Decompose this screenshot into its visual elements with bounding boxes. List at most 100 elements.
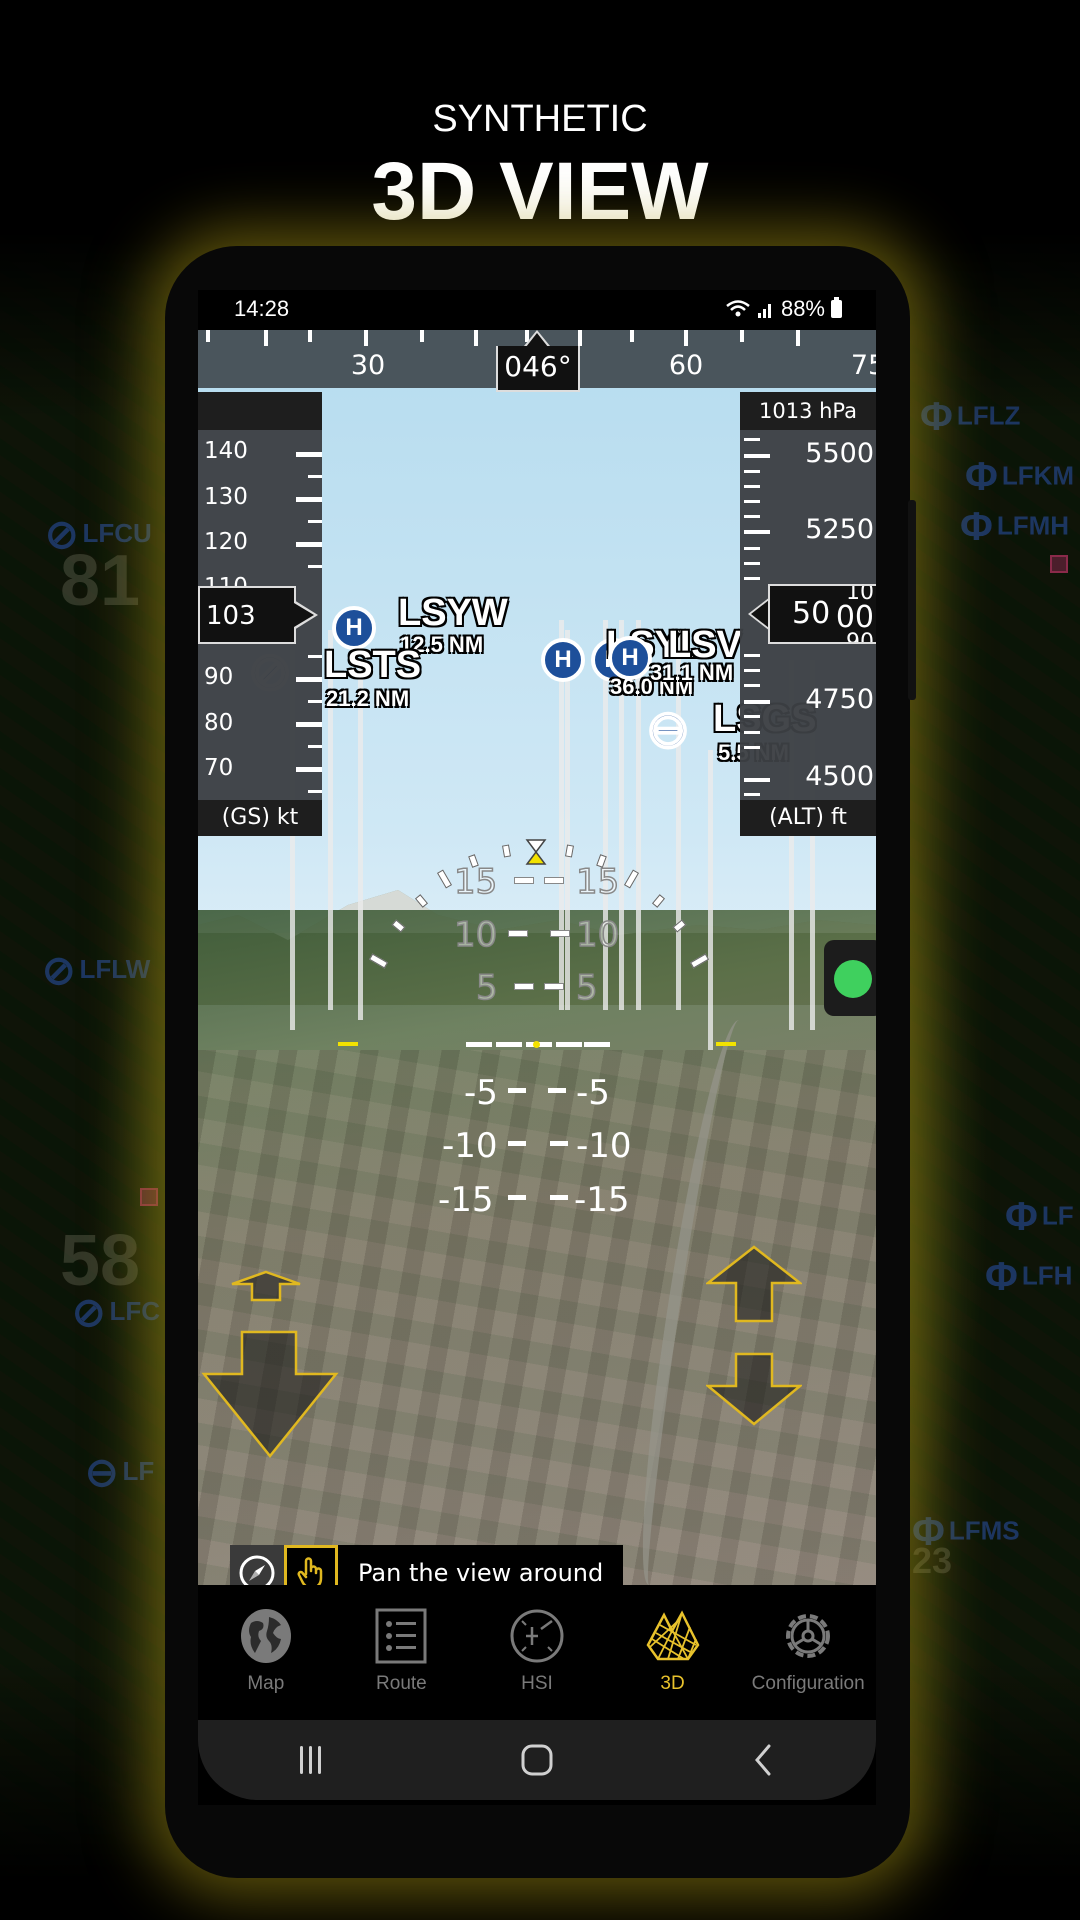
tab-hsi[interactable]: HSI — [469, 1585, 605, 1715]
recent-apps-icon — [300, 1746, 321, 1774]
bottom-tab-bar: Map Route HSI 3D Configuration — [198, 1585, 876, 1715]
back-icon — [755, 1744, 771, 1776]
horizon-dash — [466, 1042, 492, 1047]
pitch-dash — [508, 1195, 526, 1200]
pitch-label: -15 — [574, 1180, 630, 1220]
heading-tick — [474, 330, 478, 346]
synthetic-3d-view[interactable]: 30 60 75 046° 15 — [198, 330, 876, 1585]
tab-map[interactable]: Map — [198, 1585, 334, 1715]
altitude-tick — [744, 530, 770, 534]
altitude-tick — [744, 438, 760, 441]
map-airport-label: ⊘ LFLW — [42, 949, 151, 993]
recent-apps-button[interactable] — [271, 1730, 351, 1790]
altitude-tick — [744, 577, 760, 580]
heliport-icon: H — [608, 636, 652, 680]
connection-status-button[interactable] — [824, 940, 876, 1016]
gear-icon — [786, 1614, 831, 1658]
heading-tick — [420, 330, 424, 342]
pitch-dash — [550, 1141, 568, 1146]
pitch-label: -5 — [576, 1073, 610, 1113]
tab-route[interactable]: Route — [334, 1585, 470, 1715]
altitude-tick — [744, 500, 760, 503]
airport-distance: 31.1 NM — [650, 660, 734, 685]
map-airport-label: Φ LFMH — [960, 505, 1070, 549]
tilt-up-small-arrow-icon[interactable] — [230, 1270, 302, 1302]
status-time: 14:28 — [234, 296, 290, 321]
tab-configuration[interactable]: Configuration — [740, 1585, 876, 1715]
hand-pointer-icon — [297, 1557, 323, 1585]
altitude-tick — [744, 547, 760, 550]
altitude-tape: 1013 hPa 5500 5250 4750 4500 50 10 00 90… — [740, 392, 876, 836]
altitude-tick — [744, 778, 770, 782]
pitch-dash — [550, 930, 570, 937]
speed-label: 120 — [204, 529, 248, 555]
horizon-dash — [556, 1042, 582, 1047]
heading-tick — [684, 330, 688, 346]
heading-label: 60 — [668, 350, 704, 381]
heading-tick — [364, 330, 368, 346]
battery-percent: 88% — [780, 296, 825, 321]
home-button[interactable] — [497, 1730, 577, 1790]
speed-tape-header — [198, 392, 322, 430]
pitch-label: 5 — [575, 967, 598, 1009]
compass-button[interactable] — [230, 1545, 284, 1585]
aerodrome-icon: ⊖ — [645, 701, 691, 759]
speed-label: 140 — [204, 438, 248, 464]
airport-id: LSTS — [324, 644, 422, 686]
speed-tick — [308, 475, 322, 478]
speed-tape: 140 130 120 110 90 80 70 103 (GS) kt — [198, 392, 322, 836]
battery-icon — [831, 297, 842, 318]
speed-tick — [296, 497, 322, 502]
altitude-tick — [744, 715, 760, 718]
heading-tick — [740, 330, 744, 342]
pitch-label: 15 — [575, 861, 620, 903]
speed-tick — [296, 452, 322, 457]
pitch-label: 15 — [453, 861, 498, 903]
headline-subtitle: SYNTHETIC — [432, 98, 648, 140]
pressure-setting[interactable]: 1013 hPa — [740, 392, 876, 430]
globe-icon — [240, 1609, 291, 1663]
altitude-readout: 50 10 00 90 — [768, 584, 876, 644]
altitude-tick — [744, 793, 760, 796]
horizon-dash — [584, 1042, 610, 1047]
horizon-reference-left — [338, 1042, 358, 1046]
altitude-roll-digit: 90 — [846, 630, 874, 644]
speed-tick — [308, 565, 322, 568]
altitude-up-arrow-icon[interactable] — [706, 1245, 802, 1325]
speed-tick — [296, 767, 322, 772]
hsi-icon — [510, 1609, 564, 1663]
map-heliport-marker — [1050, 555, 1068, 573]
heading-readout: 046° — [496, 346, 580, 392]
altitude-down-arrow-icon[interactable] — [706, 1352, 802, 1428]
roll-tick — [502, 844, 511, 858]
altitude-tick — [744, 454, 770, 458]
compass-icon — [239, 1555, 275, 1585]
flight-path-marker — [533, 1041, 540, 1048]
speed-tick — [308, 790, 322, 793]
speed-tick — [308, 745, 322, 748]
altitude-label: 5250 — [805, 514, 874, 545]
map-airport-label: Φ LF — [1005, 1195, 1074, 1239]
pan-mode-button[interactable] — [284, 1545, 338, 1585]
heading-label: 30 — [350, 350, 386, 381]
phone-side-button — [908, 500, 916, 700]
pitch-label: -10 — [576, 1126, 632, 1166]
tab-3d[interactable]: 3D — [605, 1585, 741, 1715]
map-airport-label: ⊖ LF — [85, 1451, 155, 1495]
pitch-dash — [508, 930, 528, 937]
back-button[interactable] — [723, 1730, 803, 1790]
altitude-label: 4500 — [805, 761, 874, 792]
hint-text: Pan the view around — [338, 1545, 624, 1585]
altitude-tick — [744, 485, 760, 488]
speed-tick — [308, 655, 322, 658]
map-airport-label: Φ LFH — [985, 1255, 1073, 1299]
pitch-label: 10 — [575, 914, 620, 956]
altitude-tick — [744, 562, 760, 565]
pitch-dash — [514, 983, 534, 990]
move-down-arrow-icon[interactable] — [200, 1330, 340, 1460]
altitude-tick — [744, 700, 770, 704]
map-airport-label: ⊘ LFC — [72, 1291, 161, 1335]
heliport-icon: H — [541, 638, 585, 682]
altitude-label: 4750 — [805, 684, 874, 715]
map-heliport-marker — [140, 1188, 158, 1206]
